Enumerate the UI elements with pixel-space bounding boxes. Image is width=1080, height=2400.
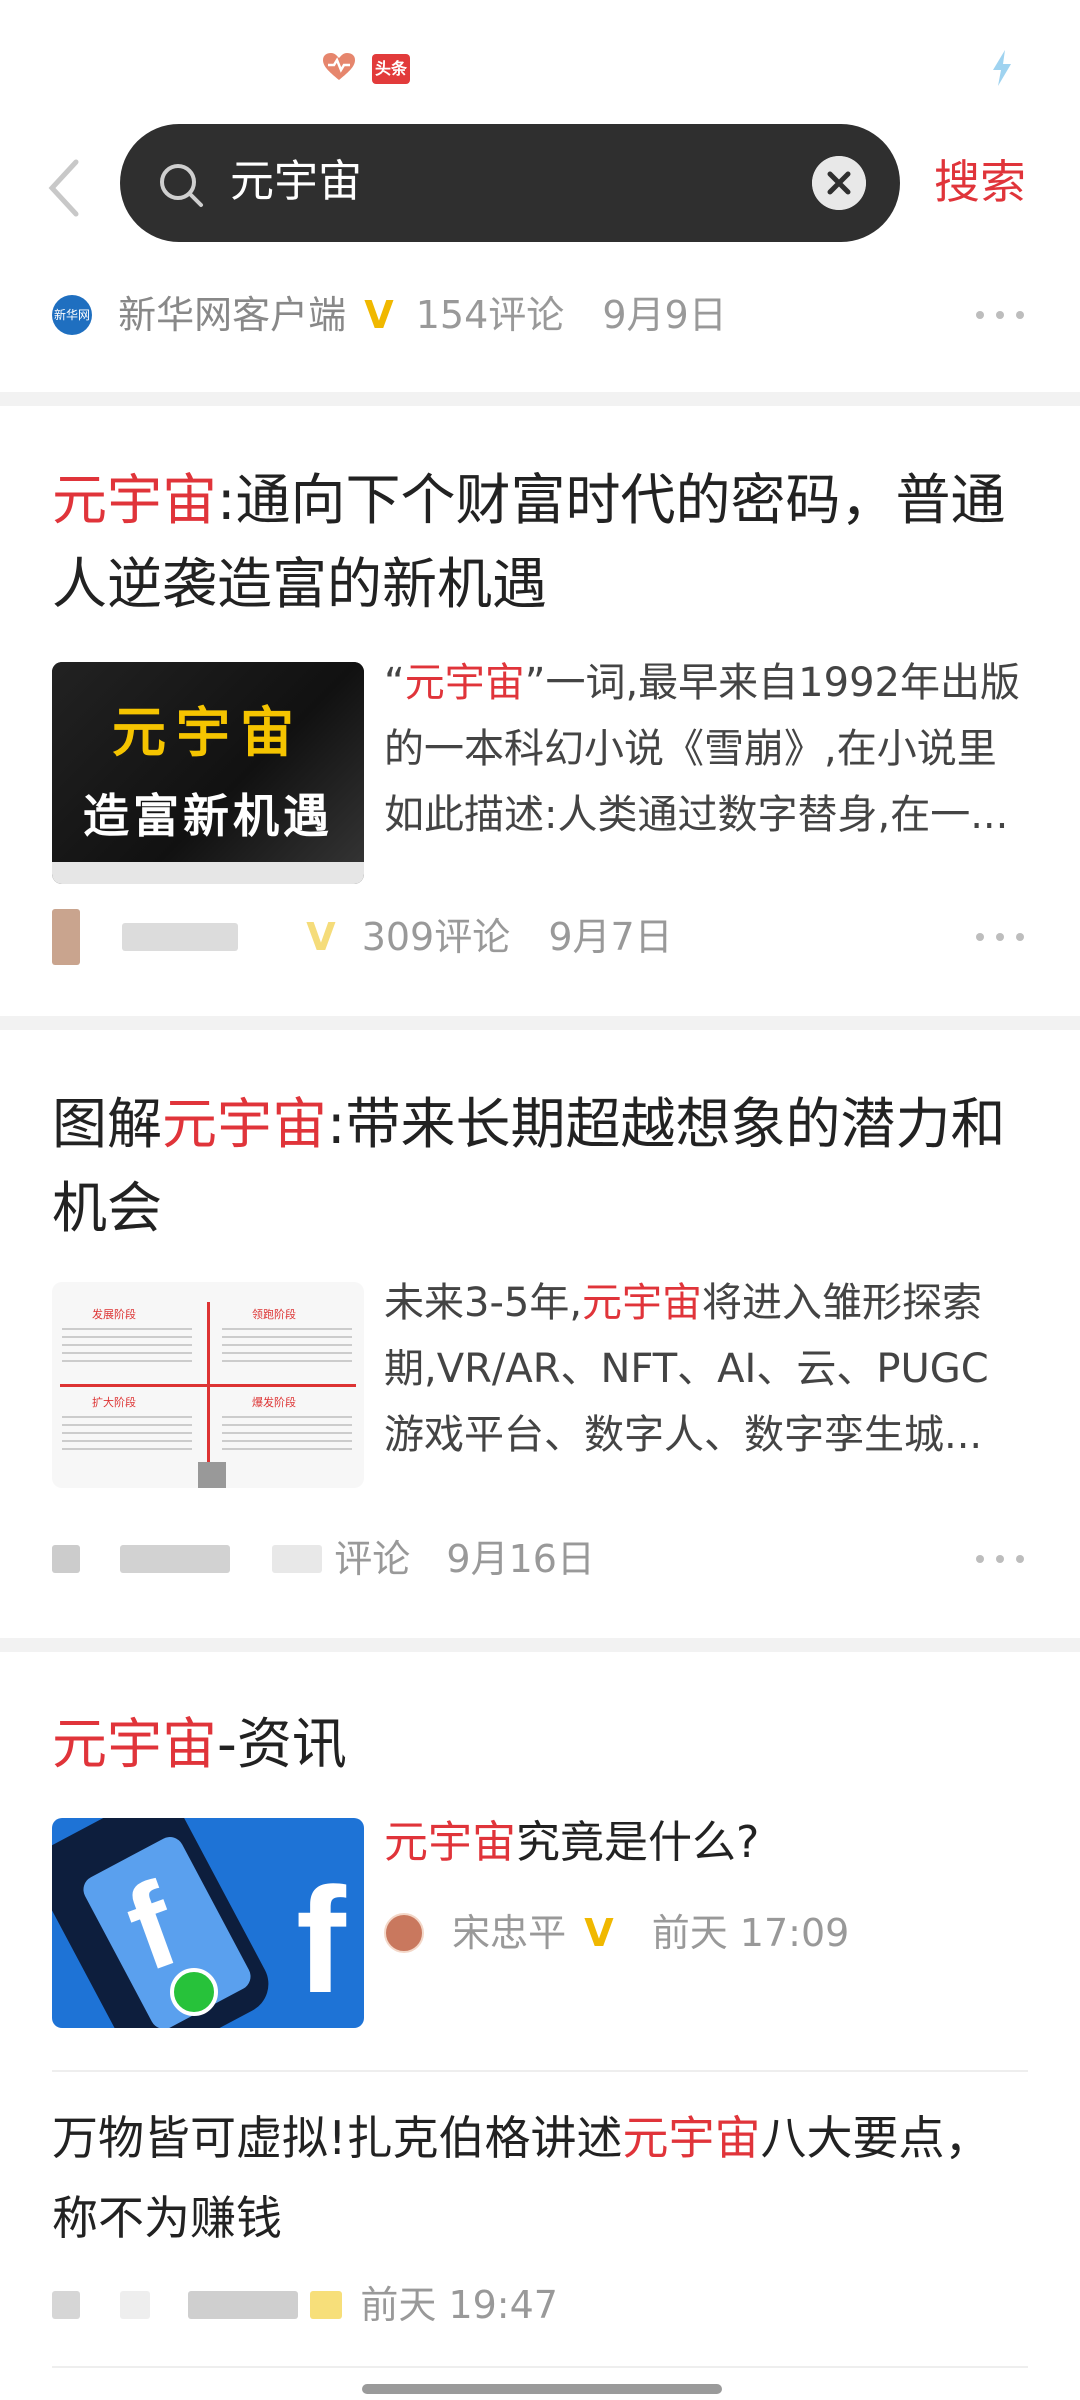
avatar (52, 2290, 80, 2319)
thumb-subtitle: 造富新机遇 (83, 789, 333, 843)
avatar (52, 1544, 80, 1573)
publish-date: 9月7日 (548, 914, 673, 959)
article-title[interactable]: 图解元宇宙:带来长期超越想象的潜力和机会 (52, 1082, 1028, 1250)
article-title[interactable]: 万物皆可虚拟!扎克伯格讲述元宇宙八大要点，称不为赚钱 (52, 2098, 1028, 2258)
publish-date: 9月9日 (602, 292, 727, 337)
author-avatar (384, 1912, 424, 1953)
search-icon (160, 164, 203, 207)
search-button[interactable]: 搜索 (934, 150, 1026, 214)
home-indicator[interactable] (362, 2384, 722, 2394)
source-logo: 新华网 (52, 294, 92, 335)
status-bar: 头条 (0, 0, 1080, 120)
comment-count: 309评论 (361, 914, 511, 959)
thumb-title: 元宇宙 (112, 701, 304, 764)
source-name[interactable] (120, 2290, 151, 2319)
search-header: 搜索 (0, 120, 1080, 250)
article-meta: 评论 9月16日 (52, 1526, 595, 1586)
article-thumbnail[interactable]: 发展阶段 领跑阶段 扩大阶段 爆发阶段 (52, 1282, 364, 1488)
comment-count: 154评论 (415, 292, 565, 337)
article-title[interactable]: 元宇宙:通向下个财富时代的密码，普通人逆袭造富的新机遇 (52, 458, 1028, 626)
news-card-meta: 宋忠平 V 前天 17:09 (384, 1900, 849, 1960)
more-icon[interactable] (976, 308, 1026, 322)
verified-icon: V (306, 914, 336, 959)
back-arrow-icon[interactable] (46, 158, 86, 218)
divider (0, 392, 1080, 406)
more-icon[interactable] (976, 1552, 1026, 1566)
article-thumbnail[interactable]: 元宇宙 造富新机遇 (52, 662, 364, 884)
divider (52, 2366, 1028, 2368)
clear-icon[interactable] (812, 156, 866, 210)
article-meta: V 309评论 9月7日 (52, 904, 673, 965)
publish-date: 9月16日 (446, 1536, 595, 1581)
publish-time: 前天 17:09 (651, 1910, 850, 1955)
search-box[interactable] (120, 124, 900, 242)
more-icon[interactable] (976, 930, 1026, 944)
news-card-title[interactable]: 元宇宙究竟是什么? (384, 1810, 1028, 1876)
search-input[interactable] (230, 152, 790, 212)
article-meta: 前天 19:47 (52, 2272, 558, 2332)
avatar (52, 908, 80, 965)
divider (0, 1638, 1080, 1652)
article-meta: 新华网 新华网客户端 V 154评论 9月9日 (52, 282, 727, 342)
news-thumbnail[interactable]: f f (52, 1818, 364, 2028)
article-summary: “元宇宙”一词,最早来自1992年出版的一本科幻小说《雪崩》,在小说里如此描述:… (384, 660, 1020, 838)
comment-count-blur (188, 2290, 299, 2319)
source-name[interactable]: 新华网客户端 (118, 285, 346, 345)
author-name[interactable]: 宋忠平 (452, 1903, 566, 1963)
comment-count-blur (272, 1544, 323, 1573)
verified-icon (310, 2290, 343, 2319)
verified-icon: V (584, 1910, 614, 1955)
article-summary: 未来3-5年,元宇宙将进入雏形探索期,VR/AR、NFT、AI、云、PUGC游戏… (384, 1280, 989, 1458)
comment-label: 评论 (334, 1536, 411, 1581)
bolt-icon (993, 50, 1011, 86)
title-highlight: 元宇宙 (52, 468, 218, 532)
section-title[interactable]: 元宇宙-资讯 (52, 1702, 1028, 1786)
divider (0, 1016, 1080, 1030)
publish-time: 前天 19:47 (360, 2282, 558, 2327)
news-app-icon: 头条 (372, 54, 410, 84)
source-name[interactable] (122, 922, 239, 951)
source-name[interactable] (120, 1544, 231, 1573)
heart-icon (323, 53, 355, 80)
divider (52, 2070, 1028, 2072)
verified-icon: V (364, 292, 394, 337)
